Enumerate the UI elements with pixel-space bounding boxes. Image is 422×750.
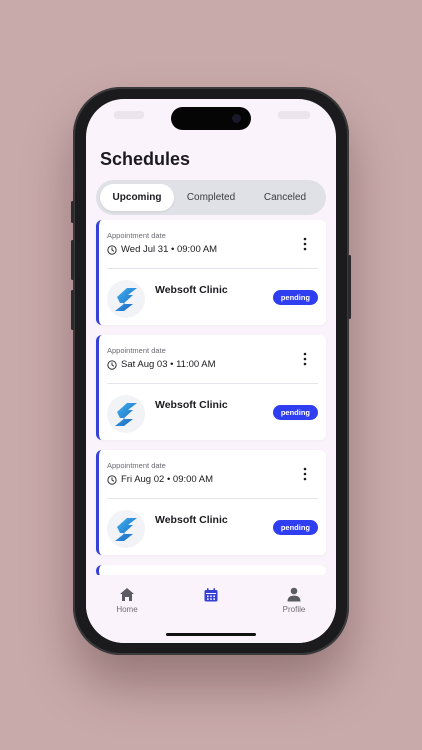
nav-profile[interactable]: Profile xyxy=(264,587,324,614)
phone-side-button xyxy=(348,255,351,319)
appointment-date: Sat Aug 03 • 11:00 AM xyxy=(107,359,216,370)
clock-icon xyxy=(107,474,117,485)
appointment-date-text: Fri Aug 02 • 09:00 AM xyxy=(121,474,214,485)
phone-side-button xyxy=(71,201,74,223)
dynamic-island xyxy=(171,107,251,130)
appointment-list: Appointment date Wed Jul 31 • 09:00 AM W… xyxy=(96,220,326,577)
phone-side-button xyxy=(71,240,74,280)
appointment-date: Wed Jul 31 • 09:00 AM xyxy=(107,244,217,255)
home-icon xyxy=(120,588,134,601)
phone-side-button xyxy=(71,290,74,330)
clinic-logo xyxy=(107,395,145,433)
divider xyxy=(107,383,318,384)
appointment-card[interactable]: Appointment date Sat Aug 03 • 11:00 AM W… xyxy=(96,335,326,440)
status-bar xyxy=(114,111,144,119)
nav-profile-label: Profile xyxy=(282,605,306,614)
more-vert-icon[interactable] xyxy=(302,467,308,481)
status-badge: pending xyxy=(272,520,318,535)
clock-icon xyxy=(107,359,117,370)
appointment-card[interactable]: Appointment date Fri Aug 02 • 09:00 AM W… xyxy=(96,450,326,555)
appointment-date: Fri Aug 02 • 09:00 AM xyxy=(107,474,213,485)
clock-icon xyxy=(107,244,117,255)
tab-completed[interactable]: Completed xyxy=(174,184,248,211)
appointment-card[interactable]: Appointment date Wed Jul 31 • 09:00 AM W… xyxy=(96,220,326,325)
appointment-date-text: Sat Aug 03 • 11:00 AM xyxy=(121,359,216,370)
clinic-name: Websoft Clinic xyxy=(155,284,228,296)
status-badge: pending xyxy=(272,405,318,420)
clinic-logo xyxy=(107,280,145,318)
nav-home[interactable]: Home xyxy=(97,587,157,614)
appointment-date-label: Appointment date xyxy=(107,461,166,470)
more-vert-icon[interactable] xyxy=(302,352,308,366)
appointment-date-text: Wed Jul 31 • 09:00 AM xyxy=(121,244,218,255)
status-badge: pending xyxy=(272,290,318,305)
app-screen: Schedules Upcoming Completed Canceled Ap… xyxy=(86,99,336,643)
nav-schedules[interactable] xyxy=(181,587,241,603)
status-bar xyxy=(278,111,310,119)
divider xyxy=(107,498,318,499)
appointment-date-label: Appointment date xyxy=(107,346,166,355)
calendar-icon xyxy=(204,588,218,602)
clinic-name: Websoft Clinic xyxy=(155,399,228,411)
tab-bar: Upcoming Completed Canceled xyxy=(96,180,326,215)
divider xyxy=(107,268,318,269)
tab-upcoming[interactable]: Upcoming xyxy=(100,184,174,211)
profile-icon xyxy=(287,587,301,602)
appointment-date-label: Appointment date xyxy=(107,231,166,240)
tab-canceled[interactable]: Canceled xyxy=(248,184,322,211)
page-title: Schedules xyxy=(100,149,191,169)
clinic-logo xyxy=(107,510,145,548)
more-vert-icon[interactable] xyxy=(302,237,308,251)
home-indicator xyxy=(166,633,256,636)
nav-home-label: Home xyxy=(116,605,138,614)
clinic-name: Websoft Clinic xyxy=(155,514,228,526)
